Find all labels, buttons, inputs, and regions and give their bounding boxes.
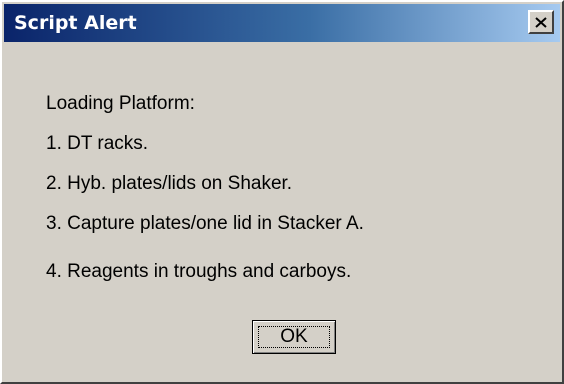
close-icon	[535, 16, 547, 28]
message-line: 1. DT racks.	[46, 133, 149, 154]
message-line: 2. Hyb. plates/lids on Shaker.	[46, 173, 293, 194]
message-heading: Loading Platform:	[46, 93, 195, 114]
ok-button-label: OK	[258, 326, 330, 348]
dialog-title: Script Alert	[14, 12, 137, 34]
close-button[interactable]	[528, 10, 554, 34]
message-line: 3. Capture plates/one lid in Stacker A.	[46, 213, 364, 234]
script-alert-dialog: Script Alert Loading Platform: 1. DT rac…	[0, 0, 564, 384]
ok-button[interactable]: OK	[252, 320, 336, 354]
message-line: 4. Reagents in troughs and carboys.	[46, 261, 352, 282]
title-bar[interactable]: Script Alert	[4, 4, 560, 42]
